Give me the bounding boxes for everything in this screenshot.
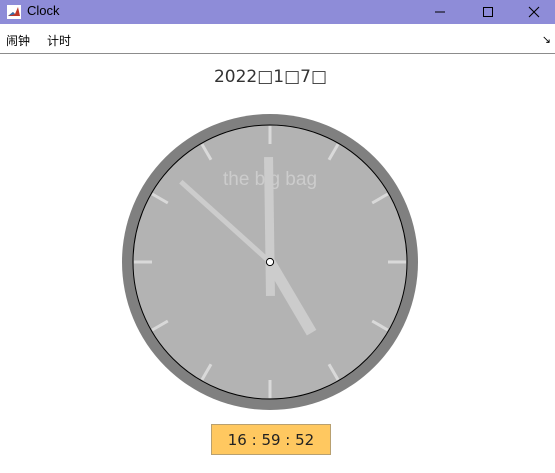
clock-center-pin bbox=[265, 257, 275, 267]
analog-clock: the big bag bbox=[122, 114, 418, 410]
minute-hand bbox=[264, 156, 275, 297]
digital-time-display: 16 : 59 : 52 bbox=[211, 424, 331, 455]
